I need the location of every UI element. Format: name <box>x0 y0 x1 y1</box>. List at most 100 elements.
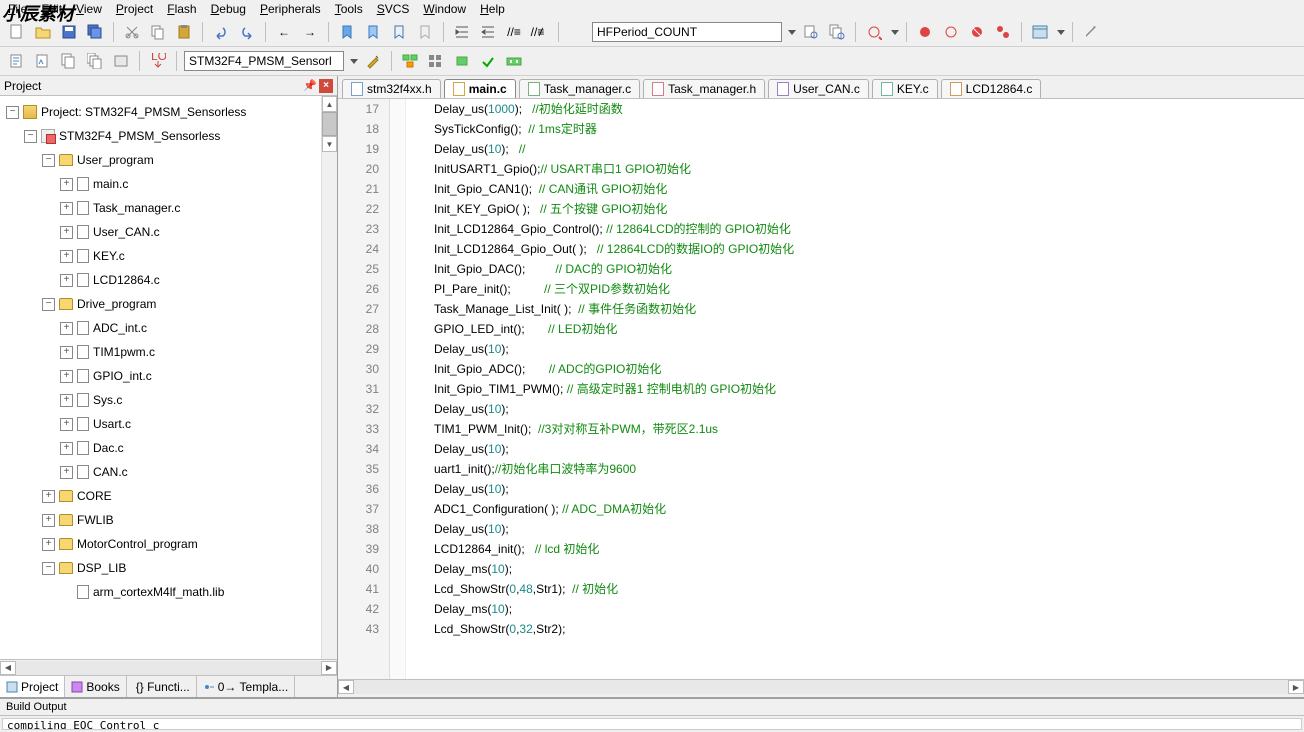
tree-file-Usart-c[interactable]: +Usart.c <box>2 412 335 436</box>
menu-peripherals[interactable]: Peripherals <box>260 2 321 16</box>
select-packs-icon[interactable] <box>425 50 447 72</box>
save-icon[interactable] <box>58 21 80 43</box>
code-line[interactable]: InitUSART1_Gpio();// USART串口1 GPIO初始化 <box>434 159 1304 179</box>
expand-icon[interactable]: + <box>42 490 55 503</box>
code-line[interactable]: TIM1_PWM_Init(); //3对对称互补PWM，带死区2.1us <box>434 419 1304 439</box>
expand-icon[interactable]: + <box>60 202 73 215</box>
layout-dd-icon[interactable] <box>1057 30 1065 35</box>
tree-group-dsp_lib[interactable]: −DSP_LIB <box>2 556 335 580</box>
close-panel-icon[interactable]: × <box>319 79 333 93</box>
menu-svcs[interactable]: SVCS <box>377 2 410 16</box>
code-line[interactable]: Init_Gpio_ADC(); // ADC的GPIO初始化 <box>434 359 1304 379</box>
code-line[interactable]: LCD12864_init(); // lcd 初始化 <box>434 539 1304 559</box>
code-line[interactable]: ADC1_Configuration( ); // ADC_DMA初始化 <box>434 499 1304 519</box>
bookmark-prev-icon[interactable] <box>336 21 358 43</box>
tree-file-Dac-c[interactable]: +Dac.c <box>2 436 335 460</box>
manage-rte-icon[interactable] <box>399 50 421 72</box>
tree-file-LCD12864-c[interactable]: +LCD12864.c <box>2 268 335 292</box>
debug-dd-icon[interactable] <box>891 30 899 35</box>
copy-icon[interactable] <box>147 21 169 43</box>
uncomment-icon[interactable]: //≢ <box>529 21 551 43</box>
menu-project[interactable]: Project <box>116 2 153 16</box>
panel-tab-2[interactable]: {} Functi... <box>127 676 197 697</box>
breakpoint-window-icon[interactable] <box>992 21 1014 43</box>
manage-multi-icon[interactable] <box>503 50 525 72</box>
tree-root[interactable]: −Project: STM32F4_PMSM_Sensorless <box>2 100 335 124</box>
tree-file-GPIO_int-c[interactable]: +GPIO_int.c <box>2 364 335 388</box>
target-selector[interactable] <box>184 51 344 71</box>
tree-file-KEY-c[interactable]: +KEY.c <box>2 244 335 268</box>
scroll-up-icon[interactable]: ▲ <box>322 96 337 112</box>
editor-tab-KEY-c[interactable]: KEY.c <box>872 79 938 98</box>
editor-tab-User_CAN-c[interactable]: User_CAN.c <box>768 79 869 98</box>
debug-icon[interactable] <box>863 21 885 43</box>
code-line[interactable]: Lcd_ShowStr(0,32,Str2); <box>434 619 1304 639</box>
bookmark-next-icon[interactable] <box>362 21 384 43</box>
bookmark-clear-icon[interactable] <box>414 21 436 43</box>
fold-gutter[interactable] <box>390 99 406 679</box>
expand-icon[interactable]: − <box>6 106 19 119</box>
paste-icon[interactable] <box>173 21 195 43</box>
code-line[interactable]: Delay_ms(10); <box>434 599 1304 619</box>
panel-tab-1[interactable]: Books <box>65 676 126 697</box>
tree-file-User_CAN-c[interactable]: +User_CAN.c <box>2 220 335 244</box>
find-next-icon[interactable] <box>800 21 822 43</box>
code-area[interactable]: Delay_us(1000); //初始化延时函数SysTickConfig()… <box>406 99 1304 679</box>
code-line[interactable]: Init_LCD12864_Gpio_Control(); // 12864LC… <box>434 219 1304 239</box>
batch-build-icon[interactable] <box>84 50 106 72</box>
breakpoint-icon[interactable] <box>914 21 936 43</box>
find-combo[interactable] <box>592 22 782 42</box>
project-tree[interactable]: −Project: STM32F4_PMSM_Sensorless−STM32F… <box>0 96 337 659</box>
expand-icon[interactable]: + <box>60 466 73 479</box>
menu-help[interactable]: Help <box>480 2 505 16</box>
expand-icon[interactable]: + <box>60 442 73 455</box>
hscroll-left-icon[interactable]: ◀ <box>0 661 16 675</box>
undo-icon[interactable] <box>210 21 232 43</box>
expand-icon[interactable]: + <box>42 514 55 527</box>
expand-icon[interactable]: − <box>24 130 37 143</box>
tree-file-TIM1pwm-c[interactable]: +TIM1pwm.c <box>2 340 335 364</box>
code-line[interactable]: Delay_us(1000); //初始化延时函数 <box>434 99 1304 119</box>
editor-tab-Task_manager-c[interactable]: Task_manager.c <box>519 79 640 98</box>
panel-tab-0[interactable]: Project <box>0 676 65 697</box>
editor-hscroll[interactable]: ◀ ▶ <box>338 679 1304 697</box>
menu-flash[interactable]: Flash <box>167 2 196 16</box>
comment-icon[interactable]: //≡ <box>503 21 525 43</box>
find-icon[interactable] <box>566 21 588 43</box>
editor-tab-LCD12864-c[interactable]: LCD12864.c <box>941 79 1042 98</box>
find-dropdown-icon[interactable] <box>788 30 796 35</box>
code-line[interactable]: Delay_us(10); <box>434 479 1304 499</box>
tree-group-motorcontrol_program[interactable]: +MotorControl_program <box>2 532 335 556</box>
expand-icon[interactable]: + <box>60 226 73 239</box>
code-line[interactable]: Init_KEY_GpiO( ); // 五个按键 GPIO初始化 <box>434 199 1304 219</box>
menu-debug[interactable]: Debug <box>211 2 246 16</box>
expand-icon[interactable]: + <box>60 346 73 359</box>
tree-file-main-c[interactable]: +main.c <box>2 172 335 196</box>
outdent-icon[interactable] <box>477 21 499 43</box>
expand-icon[interactable]: − <box>42 154 55 167</box>
configure-icon[interactable] <box>1080 21 1102 43</box>
redo-icon[interactable] <box>236 21 258 43</box>
code-line[interactable]: GPIO_LED_int(); // LED初始化 <box>434 319 1304 339</box>
code-line[interactable]: Delay_ms(10); <box>434 559 1304 579</box>
breakpoint-kill-icon[interactable] <box>966 21 988 43</box>
menu-window[interactable]: Window <box>423 2 466 16</box>
editor-hscroll-right-icon[interactable]: ▶ <box>1288 680 1304 694</box>
open-icon[interactable] <box>32 21 54 43</box>
code-line[interactable]: Init_Gpio_DAC(); // DAC的 GPIO初始化 <box>434 259 1304 279</box>
expand-icon[interactable]: + <box>60 370 73 383</box>
code-line[interactable]: uart1_init();//初始化串口波特率为9600 <box>434 459 1304 479</box>
tree-file-CAN-c[interactable]: +CAN.c <box>2 460 335 484</box>
code-line[interactable]: PI_Pare_init(); // 三个双PID参数初始化 <box>434 279 1304 299</box>
expand-icon[interactable]: + <box>60 418 73 431</box>
download-icon[interactable]: LOAD <box>147 50 169 72</box>
window-layout-icon[interactable] <box>1029 21 1051 43</box>
nav-back-icon[interactable]: ← <box>273 21 295 43</box>
pack-installer-icon[interactable] <box>451 50 473 72</box>
menu-file[interactable]: File <box>8 2 27 16</box>
code-line[interactable]: Lcd_ShowStr(0,48,Str1); // 初始化 <box>434 579 1304 599</box>
rebuild-icon[interactable] <box>58 50 80 72</box>
nav-fwd-icon[interactable]: → <box>299 21 321 43</box>
expand-icon[interactable]: + <box>60 322 73 335</box>
tree-file-Sys-c[interactable]: +Sys.c <box>2 388 335 412</box>
